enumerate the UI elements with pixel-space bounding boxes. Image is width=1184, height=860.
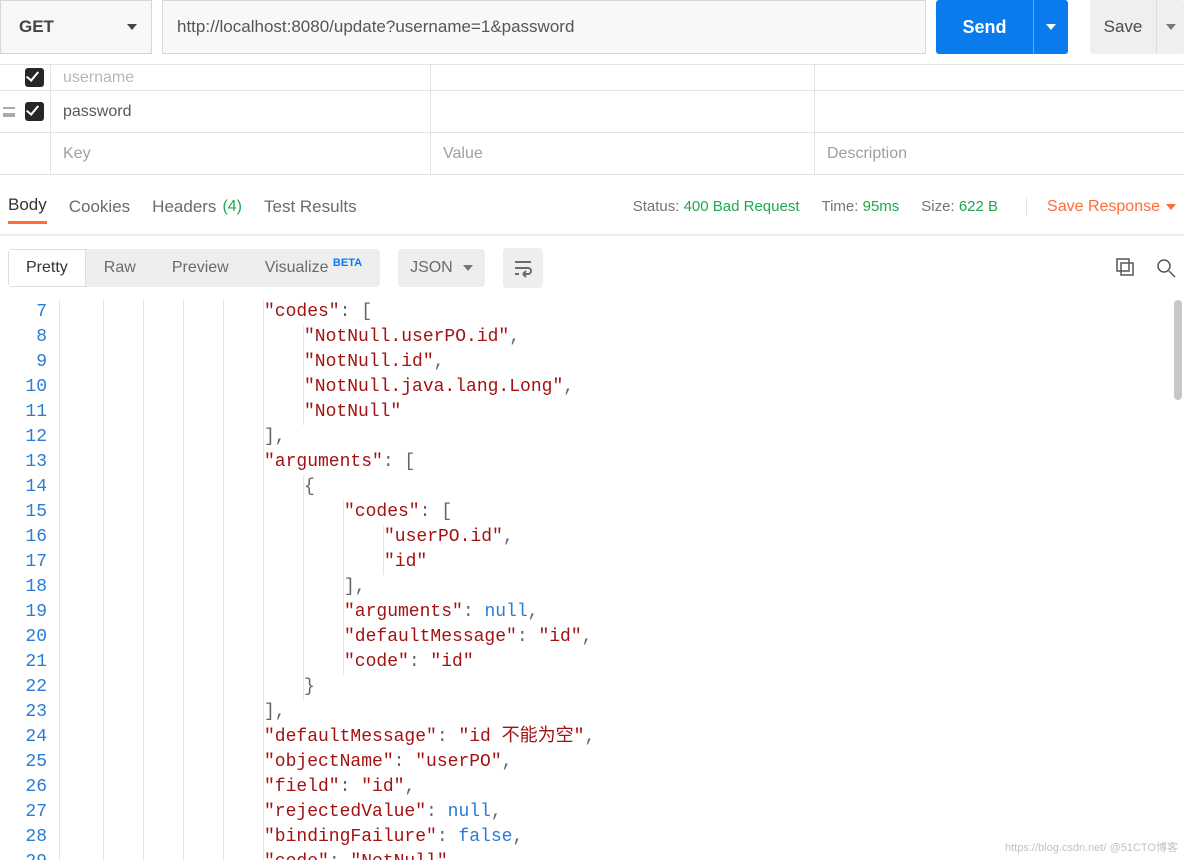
tab-body[interactable]: Body	[8, 189, 47, 224]
size-value: 622 B	[959, 198, 998, 215]
tab-headers-label: Headers	[152, 197, 216, 217]
view-preview[interactable]: Preview	[154, 249, 247, 287]
watermark: https://blog.csdn.net/ @51CTO博客	[1005, 839, 1178, 855]
view-pretty[interactable]: Pretty	[8, 249, 86, 287]
request-bar: GET http://localhost:8080/update?usernam…	[0, 0, 1184, 64]
beta-badge: BETA	[333, 257, 362, 269]
row-checkbox[interactable]	[18, 91, 50, 132]
response-bar: Body Cookies Headers (4) Test Results St…	[0, 175, 1184, 236]
time-block: Time: 95ms	[821, 198, 899, 215]
visualize-label: Visualize	[265, 259, 329, 276]
language-select[interactable]: JSON	[398, 249, 485, 287]
param-key[interactable]: password	[50, 91, 430, 132]
line-gutter: 7891011121314151617181920212223242526272…	[0, 300, 60, 860]
row-checkbox	[18, 133, 50, 174]
param-value-placeholder[interactable]: Value	[430, 133, 814, 174]
save-response-button[interactable]: Save Response	[1026, 198, 1176, 216]
status-block: Status: 400 Bad Request	[633, 198, 800, 215]
response-tabs: Body Cookies Headers (4) Test Results	[8, 189, 357, 224]
drag-handle-icon[interactable]	[0, 65, 18, 90]
drag-handle-icon	[0, 133, 18, 174]
response-body: 7891011121314151617181920212223242526272…	[0, 300, 1184, 860]
headers-count: (4)	[222, 198, 242, 216]
response-meta: Status: 400 Bad Request Time: 95ms Size:…	[633, 198, 1176, 216]
view-visualize[interactable]: Visualize BETA	[247, 249, 380, 287]
row-checkbox[interactable]	[18, 65, 50, 90]
param-placeholder-row: Key Value Description	[0, 133, 1184, 175]
response-actions	[1114, 256, 1176, 281]
tab-test-results[interactable]: Test Results	[264, 189, 357, 224]
status-value: 400 Bad Request	[684, 198, 800, 215]
url-input[interactable]: http://localhost:8080/update?username=1&…	[162, 0, 926, 54]
save-button-group: Save	[1078, 0, 1184, 54]
code-content[interactable]: "codes": ["NotNull.userPO.id","NotNull.i…	[60, 300, 595, 860]
param-value[interactable]	[430, 65, 814, 90]
send-dropdown[interactable]	[1034, 0, 1068, 54]
chevron-down-icon	[127, 24, 137, 30]
chevron-down-icon	[1046, 24, 1056, 30]
format-row: Pretty Raw Preview Visualize BETA JSON	[0, 236, 1184, 300]
tab-cookies[interactable]: Cookies	[69, 189, 130, 224]
search-icon[interactable]	[1154, 256, 1176, 281]
size-block: Size: 622 B	[921, 198, 998, 215]
method-select[interactable]: GET	[0, 0, 152, 54]
wrap-lines-button[interactable]	[503, 248, 543, 288]
tab-headers[interactable]: Headers (4)	[152, 189, 242, 224]
drag-handle-icon[interactable]	[0, 91, 18, 132]
view-raw[interactable]: Raw	[86, 249, 154, 287]
param-value[interactable]	[430, 91, 814, 132]
url-text: http://localhost:8080/update?username=1&…	[177, 17, 574, 37]
time-label: Time:	[821, 198, 858, 215]
view-mode-select: Pretty Raw Preview Visualize BETA	[8, 249, 380, 287]
chevron-down-icon	[1166, 204, 1176, 210]
status-label: Status:	[633, 198, 680, 215]
param-description-placeholder[interactable]: Description	[814, 133, 1184, 174]
send-button[interactable]: Send	[936, 0, 1034, 54]
send-button-group: Send	[936, 0, 1068, 54]
param-row: password	[0, 91, 1184, 133]
param-description[interactable]	[814, 65, 1184, 90]
scrollbar-thumb[interactable]	[1174, 300, 1182, 400]
time-value: 95ms	[863, 198, 900, 215]
size-label: Size:	[921, 198, 954, 215]
save-button[interactable]: Save	[1090, 0, 1156, 54]
chevron-down-icon	[463, 265, 473, 271]
param-row: username	[0, 65, 1184, 91]
param-key-placeholder[interactable]: Key	[50, 133, 430, 174]
save-response-label: Save Response	[1047, 198, 1160, 216]
method-label: GET	[19, 17, 54, 37]
param-key[interactable]: username	[50, 65, 430, 90]
language-label: JSON	[410, 259, 453, 277]
save-dropdown[interactable]	[1156, 0, 1184, 54]
params-table: username password Key Value Description	[0, 64, 1184, 175]
copy-icon[interactable]	[1114, 256, 1136, 281]
param-description[interactable]	[814, 91, 1184, 132]
chevron-down-icon	[1166, 24, 1176, 30]
wrap-icon	[512, 257, 534, 279]
